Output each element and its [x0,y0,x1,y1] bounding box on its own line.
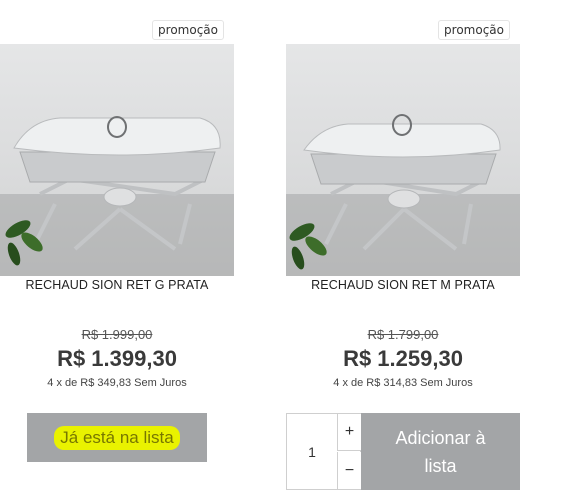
product-card: promoção RECHAUD SION RET M PRATA R$ 1.7… [286,0,520,500]
product-name[interactable]: RECHAUD SION RET M PRATA [286,278,520,292]
quantity-stepper: 1 + − [286,413,361,490]
installments-info: 4 x de R$ 349,83 Sem Juros [47,377,187,389]
product-image[interactable] [286,44,520,276]
product-image[interactable] [0,44,234,276]
quantity-input[interactable]: 1 [287,414,337,489]
current-price: R$ 1.259,30 [343,346,463,371]
product-name[interactable]: RECHAUD SION RET G PRATA [0,278,234,292]
increment-button[interactable]: + [337,414,361,451]
decrement-button[interactable]: − [337,452,361,489]
installments-info: 4 x de R$ 314,83 Sem Juros [333,377,473,389]
product-card: promoção RECHAUD SION RET G PRATA R$ 1.9… [0,0,234,500]
chafing-dish-photo [0,116,234,276]
current-price: R$ 1.399,30 [57,346,177,371]
promo-badge: promoção [438,20,510,40]
old-price: R$ 1.999,00 [81,327,153,342]
promo-badge: promoção [152,20,224,40]
in-list-button[interactable]: Já está na lista [27,413,207,462]
old-price: R$ 1.799,00 [367,327,439,342]
add-to-list-button[interactable]: Adicionar à lista [361,413,520,490]
in-list-label: Já está na lista [54,425,180,450]
chafing-dish-photo [286,114,520,276]
